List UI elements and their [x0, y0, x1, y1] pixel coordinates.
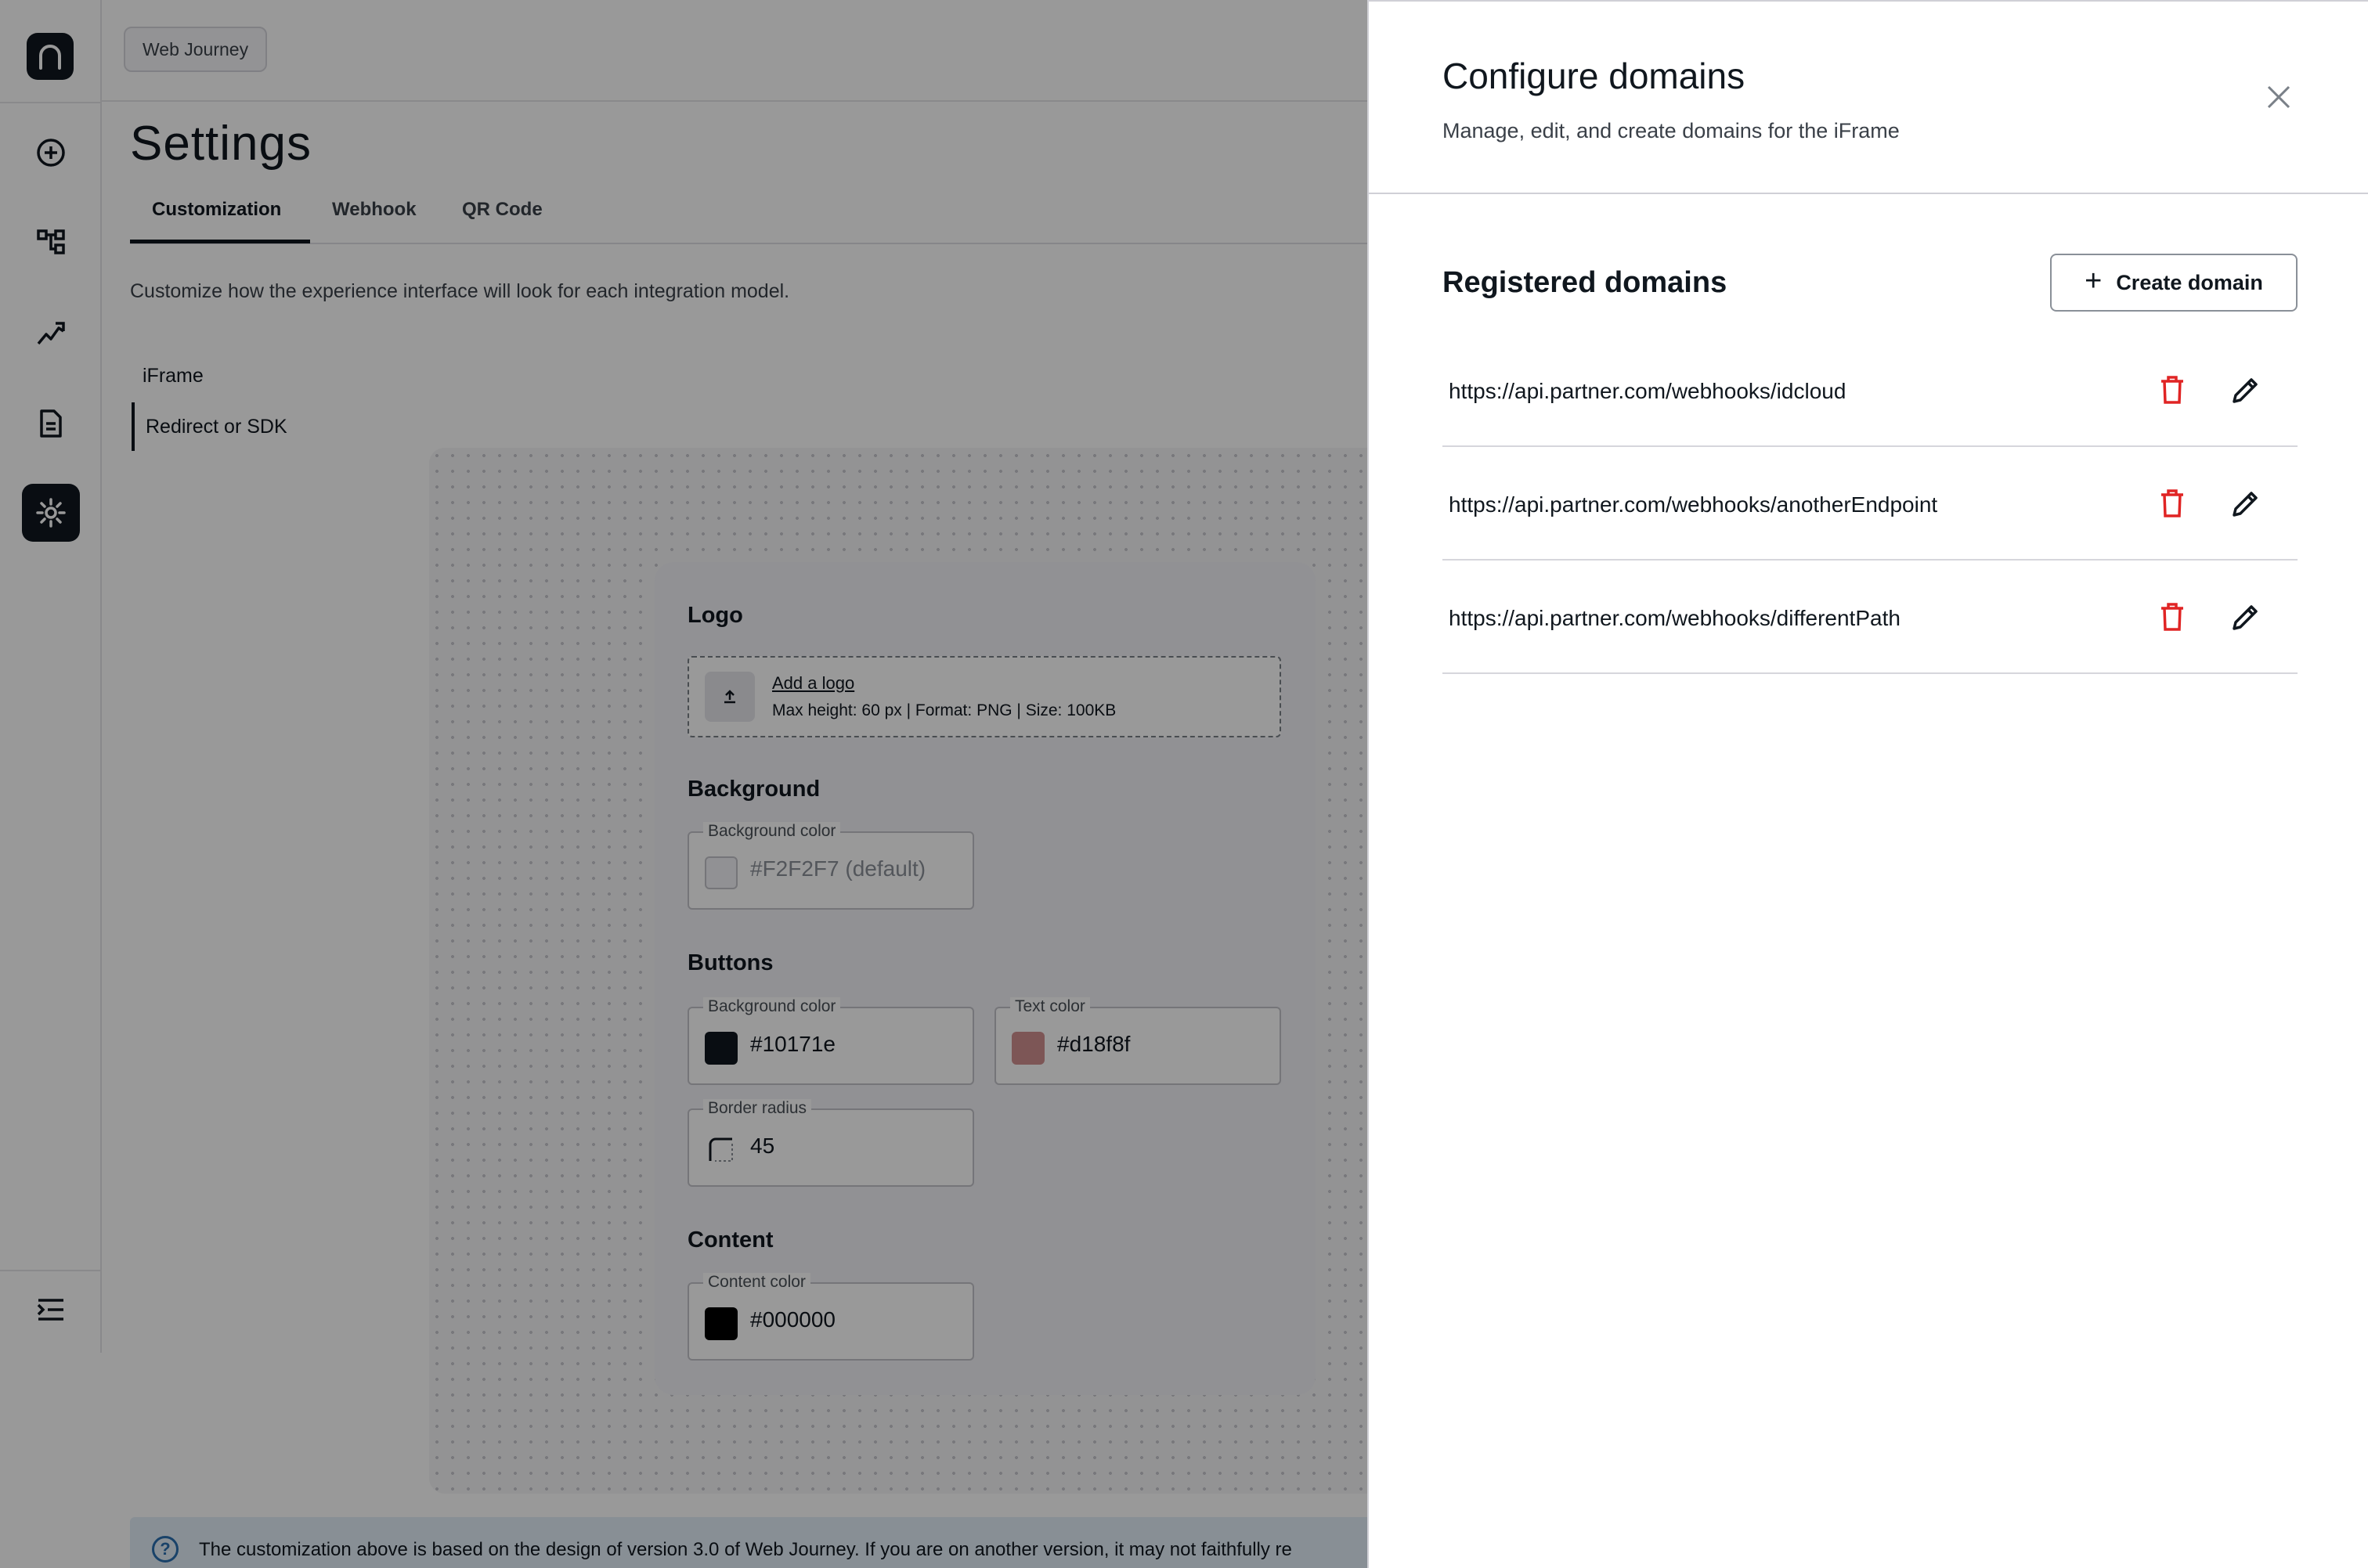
delete-domain-button[interactable] — [2155, 486, 2189, 521]
domain-url: https://api.partner.com/webhooks/another… — [1449, 492, 1938, 517]
close-icon — [2267, 85, 2290, 109]
domain-row: https://api.partner.com/webhooks/idcloud — [1442, 333, 2298, 447]
close-button[interactable] — [2262, 80, 2296, 114]
edit-domain-button[interactable] — [2229, 600, 2263, 634]
domain-row: https://api.partner.com/webhooks/another… — [1442, 447, 2298, 561]
plus-icon: + — [2085, 265, 2103, 297]
configure-domains-drawer: Configure domains Manage, edit, and crea… — [1367, 0, 2368, 1568]
domain-url: https://api.partner.com/webhooks/differe… — [1449, 606, 1901, 630]
trash-icon — [2161, 603, 2183, 631]
create-domain-button[interactable]: + Create domain — [2050, 254, 2298, 312]
domain-list: https://api.partner.com/webhooks/idcloud… — [1442, 333, 2298, 674]
registered-domains-title: Registered domains — [1442, 266, 1727, 299]
drawer-subtitle: Manage, edit, and create domains for the… — [1442, 119, 1900, 142]
domain-url: https://api.partner.com/webhooks/idcloud — [1449, 379, 1846, 403]
trash-icon — [2161, 376, 2183, 404]
drawer-title: Configure domains — [1442, 56, 1745, 96]
edit-domain-button[interactable] — [2229, 486, 2263, 521]
drawer-header: Configure domains Manage, edit, and crea… — [1369, 0, 2368, 194]
domain-row: https://api.partner.com/webhooks/differe… — [1442, 561, 2298, 674]
create-domain-label: Create domain — [2116, 270, 2263, 294]
delete-domain-button[interactable] — [2155, 373, 2189, 407]
edit-domain-button[interactable] — [2229, 373, 2263, 407]
trash-icon — [2161, 489, 2183, 517]
pencil-icon — [2233, 605, 2258, 630]
delete-domain-button[interactable] — [2155, 600, 2189, 634]
pencil-icon — [2233, 492, 2258, 517]
pencil-icon — [2233, 378, 2258, 403]
